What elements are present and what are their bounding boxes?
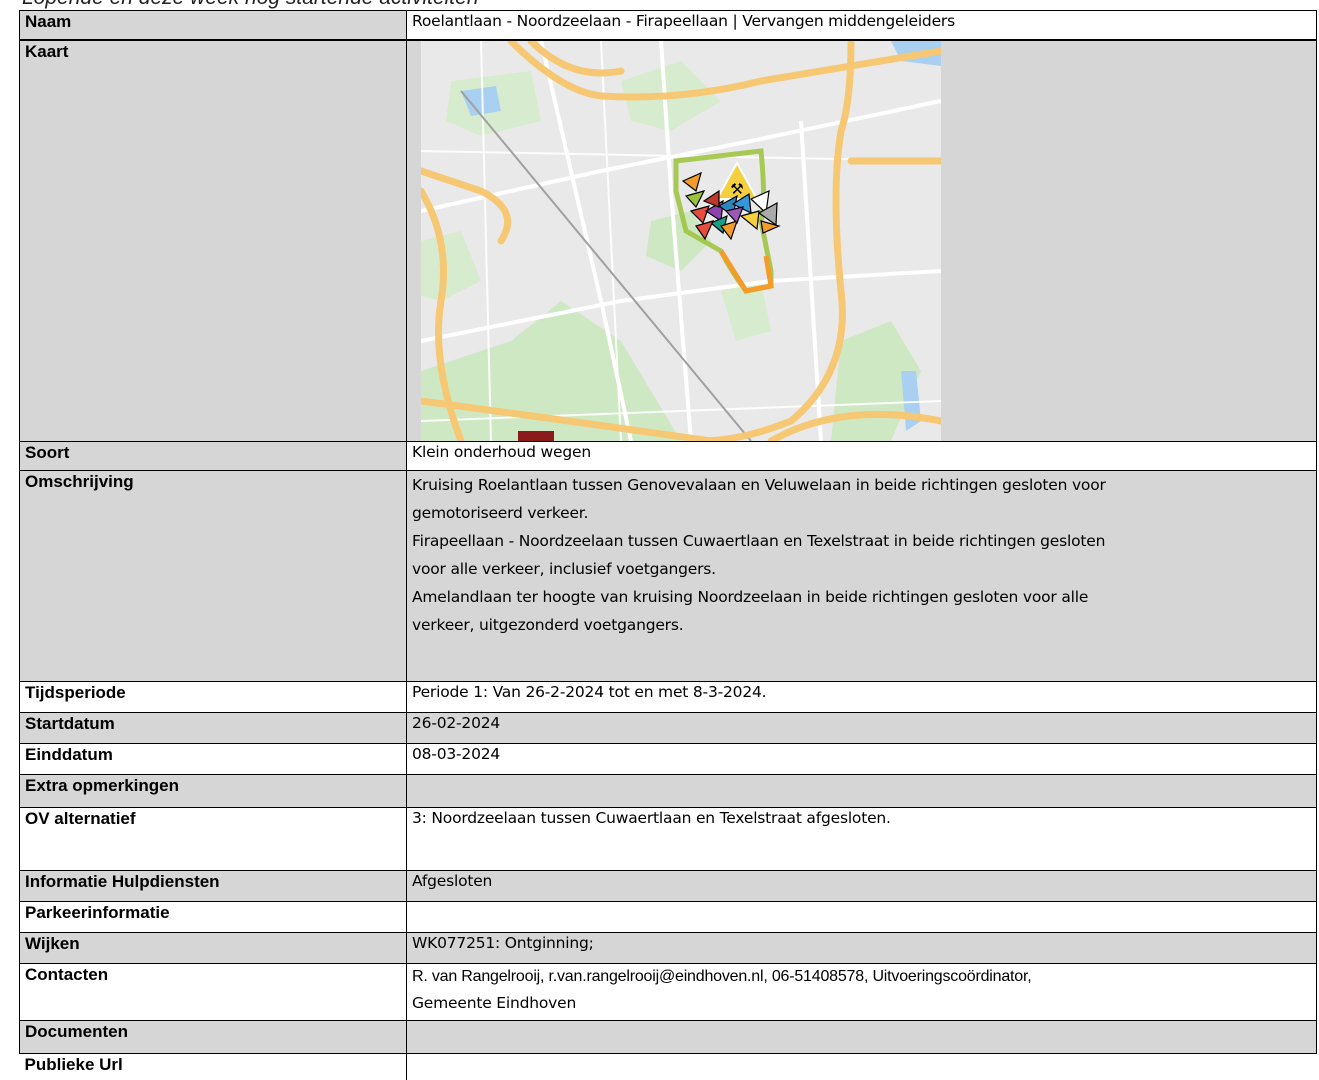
value-startdatum: 26-02-2024 bbox=[406, 712, 1317, 744]
value-parkeerinformatie bbox=[406, 901, 1317, 933]
row-naam: Naam Roelantlaan - Noordzeelaan - Firape… bbox=[19, 10, 1317, 41]
row-ov-alternatief: OV alternatief 3: Noordzeelaan tussen Cu… bbox=[19, 807, 1317, 871]
label-startdatum: Startdatum bbox=[19, 712, 407, 744]
row-wijken: Wijken WK077251: Ontginning; bbox=[19, 932, 1317, 964]
value-naam: Roelantlaan - Noordzeelaan - Firapeellaa… bbox=[406, 10, 1317, 41]
value-soort: Klein onderhoud wegen bbox=[406, 441, 1317, 471]
omschrijving-line: Kruising Roelantlaan tussen Genovevalaan… bbox=[412, 476, 1106, 494]
omschrijving-line: voor alle verkeer, inclusief voetgangers… bbox=[412, 560, 716, 578]
row-startdatum: Startdatum 26-02-2024 bbox=[19, 712, 1317, 744]
omschrijving-line: verkeer, uitgezonderd voetgangers. bbox=[412, 616, 684, 634]
map-svg: ⚒ bbox=[421, 40, 941, 441]
omschrijving-line: Firapeellaan - Noordzeelaan tussen Cuwae… bbox=[412, 532, 1106, 550]
map-marker[interactable] bbox=[518, 430, 554, 441]
row-extra-opmerkingen: Extra opmerkingen bbox=[19, 774, 1317, 808]
value-extra-opmerkingen bbox=[406, 774, 1317, 808]
row-documenten: Documenten bbox=[19, 1020, 1317, 1054]
activity-table: Naam Roelantlaan - Noordzeelaan - Firape… bbox=[19, 10, 1317, 1080]
contact-line: R. van Rangelrooij, r.van.rangelrooij@ei… bbox=[412, 968, 1032, 985]
value-documenten bbox=[406, 1020, 1317, 1054]
label-parkeerinformatie: Parkeerinformatie bbox=[19, 901, 407, 933]
row-parkeerinformatie: Parkeerinformatie bbox=[19, 901, 1317, 933]
row-informatie-hulpdiensten: Informatie Hulpdiensten Afgesloten bbox=[19, 870, 1317, 902]
page-heading: Lopende en deze week nog startende activ… bbox=[22, 0, 479, 10]
label-documenten: Documenten bbox=[19, 1020, 407, 1054]
contact-organization: Gemeente Eindhoven bbox=[412, 994, 577, 1012]
value-einddatum: 08-03-2024 bbox=[406, 743, 1317, 775]
row-soort: Soort Klein onderhoud wegen bbox=[19, 441, 1317, 471]
value-ov-alternatief: 3: Noordzeelaan tussen Cuwaertlaan en Te… bbox=[406, 807, 1317, 871]
row-kaart: Kaart ⚒ bbox=[19, 39, 1317, 442]
row-tijdsperiode: Tijdsperiode Periode 1: Van 26-2-2024 to… bbox=[19, 681, 1317, 713]
label-extra-opmerkingen: Extra opmerkingen bbox=[19, 774, 407, 808]
row-omschrijving: Omschrijving Kruising Roelantlaan tussen… bbox=[19, 470, 1317, 682]
value-tijdsperiode: Periode 1: Van 26-2-2024 tot en met 8-3-… bbox=[406, 681, 1317, 713]
label-naam: Naam bbox=[19, 10, 407, 41]
label-einddatum: Einddatum bbox=[19, 743, 407, 775]
label-wijken: Wijken bbox=[19, 932, 407, 964]
label-omschrijving: Omschrijving bbox=[19, 470, 407, 682]
value-omschrijving: Kruising Roelantlaan tussen Genovevalaan… bbox=[406, 470, 1317, 682]
map-image[interactable]: ⚒ bbox=[421, 40, 941, 441]
value-publieke-url[interactable] bbox=[406, 1053, 1317, 1080]
svg-text:⚒: ⚒ bbox=[730, 180, 743, 198]
value-contacten: R. van Rangelrooij, r.van.rangelrooij@ei… bbox=[406, 963, 1317, 1021]
row-contacten: Contacten R. van Rangelrooij, r.van.rang… bbox=[19, 963, 1317, 1021]
label-soort: Soort bbox=[19, 441, 407, 471]
omschrijving-line: Amelandlaan ter hoogte van kruising Noor… bbox=[412, 588, 1089, 606]
label-contacten: Contacten bbox=[19, 963, 407, 1021]
map-cell: ⚒ bbox=[406, 39, 1317, 442]
label-ov-alternatief: OV alternatief bbox=[19, 807, 407, 871]
row-publieke-url: Publieke Url bbox=[19, 1053, 1317, 1080]
row-einddatum: Einddatum 08-03-2024 bbox=[19, 743, 1317, 775]
value-informatie-hulpdiensten: Afgesloten bbox=[406, 870, 1317, 902]
label-informatie-hulpdiensten: Informatie Hulpdiensten bbox=[19, 870, 407, 902]
value-wijken: WK077251: Ontginning; bbox=[406, 932, 1317, 964]
label-tijdsperiode: Tijdsperiode bbox=[19, 681, 407, 713]
omschrijving-line: gemotoriseerd verkeer. bbox=[412, 504, 589, 522]
label-kaart: Kaart bbox=[19, 39, 407, 442]
label-publieke-url: Publieke Url bbox=[19, 1053, 407, 1080]
